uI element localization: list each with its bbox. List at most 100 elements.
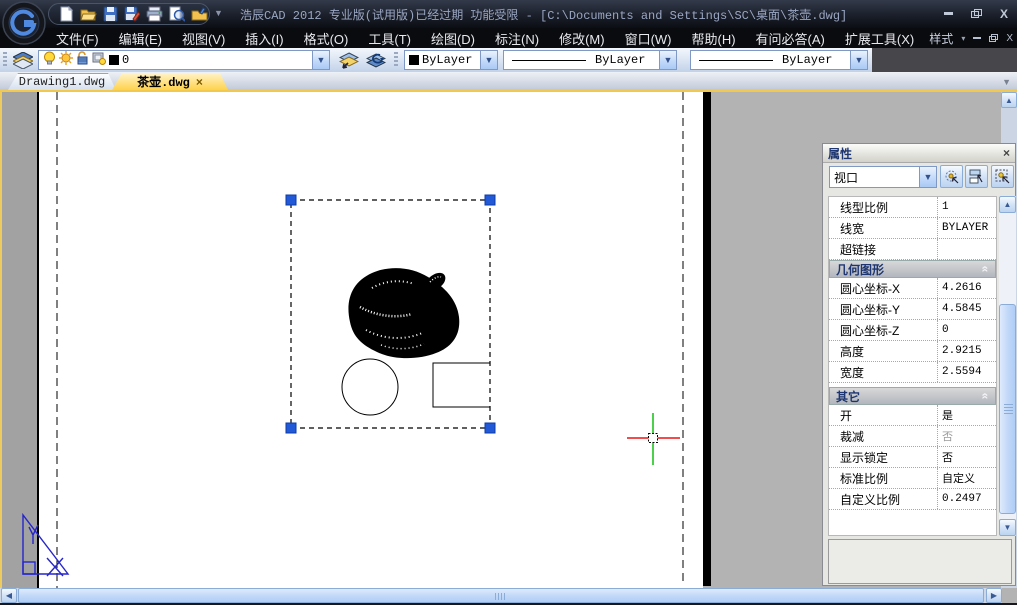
palette-scrollbar[interactable]: ▲ ▼ <box>999 196 1016 536</box>
lineweight-combo-chevron-icon[interactable]: ▼ <box>850 51 867 69</box>
menu-qa[interactable]: 有问必答(A) <box>756 29 825 48</box>
prop-value[interactable]: 1 <box>938 201 996 213</box>
doc-restore-button[interactable] <box>989 34 998 42</box>
prop-label: 圆心坐标-Y <box>829 299 938 319</box>
grip-top-left[interactable] <box>286 195 296 205</box>
save-icon[interactable] <box>103 6 118 22</box>
object-type-combo[interactable]: 视口 ▼ <box>829 166 937 188</box>
layer-on-bulb-icon[interactable] <box>43 51 56 69</box>
doc-minimize-button[interactable] <box>973 37 981 39</box>
toolbar-grip[interactable] <box>394 52 398 68</box>
circle-entity[interactable] <box>342 359 398 415</box>
print-preview-icon[interactable] <box>169 6 185 22</box>
print-icon[interactable] <box>146 6 163 22</box>
palette-scroll-thumb[interactable] <box>999 304 1016 514</box>
style-chevron-icon[interactable]: ▾ <box>961 34 965 43</box>
pickbox <box>649 434 658 443</box>
tab-teapot[interactable]: 茶壶.dwg × <box>112 73 228 90</box>
quick-access-overflow-icon[interactable]: ▼ <box>214 8 223 18</box>
grip-bottom-right[interactable] <box>485 423 495 433</box>
menu-insert[interactable]: 插入(I) <box>245 29 283 48</box>
scroll-up-icon[interactable]: ▲ <box>999 196 1016 213</box>
scroll-right-icon[interactable]: ▶ <box>986 588 1002 603</box>
prop-label: 裁减 <box>829 426 938 446</box>
grip-top-right[interactable] <box>485 195 495 205</box>
rectangle-entity[interactable] <box>433 363 490 407</box>
publish-icon[interactable] <box>191 6 208 22</box>
document-tab-bar: Drawing1.dwg 茶壶.dwg × ▼ <box>0 72 1017 92</box>
app-logo-icon[interactable] <box>2 1 46 45</box>
prop-value[interactable]: 4.5845 <box>938 303 996 315</box>
layer-name: 0 <box>122 53 129 67</box>
close-button[interactable]: X <box>995 6 1013 21</box>
scroll-left-icon[interactable]: ◀ <box>1 588 17 603</box>
menu-dimension[interactable]: 标注(N) <box>495 29 539 48</box>
canvas-horizontal-scrollbar[interactable]: ◀ ▶ <box>0 588 1017 603</box>
menu-express-tools[interactable]: 扩展工具(X) <box>845 29 914 48</box>
object-type-chevron-icon[interactable]: ▼ <box>919 167 936 187</box>
property-row: 开 是 <box>829 405 996 426</box>
prop-value[interactable]: 2.9215 <box>938 345 996 357</box>
other-section-header[interactable]: 其它 « <box>829 387 996 405</box>
menu-file[interactable]: 文件(F) <box>56 29 99 48</box>
prop-value[interactable]: 2.5594 <box>938 366 996 378</box>
save-as-icon[interactable] <box>124 6 140 22</box>
prop-value[interactable]: 0 <box>938 324 996 336</box>
menu-tools[interactable]: 工具(T) <box>368 29 411 48</box>
menu-view[interactable]: 视图(V) <box>182 29 225 48</box>
tab-close-icon[interactable]: × <box>196 75 203 89</box>
geometry-section-header[interactable]: 几何图形 « <box>829 260 996 278</box>
prop-value[interactable]: BYLAYER <box>938 222 996 234</box>
prop-value[interactable]: 是 <box>938 407 996 423</box>
collapse-chevron-icon[interactable]: « <box>979 393 993 400</box>
prop-value[interactable]: 0.2497 <box>938 493 996 505</box>
quick-select-button[interactable] <box>991 165 1014 188</box>
layer-thaw-sun-icon[interactable] <box>59 51 73 69</box>
new-file-icon[interactable] <box>59 6 74 22</box>
prop-value[interactable]: 4.2616 <box>938 282 996 294</box>
menu-window[interactable]: 窗口(W) <box>625 29 672 48</box>
minimize-button[interactable] <box>939 6 957 21</box>
menu-help[interactable]: 帮助(H) <box>692 29 736 48</box>
layer-plot-icon[interactable] <box>92 52 106 69</box>
window-controls: X <box>939 6 1013 21</box>
lineweight-combo[interactable]: ByLayer ▼ <box>690 50 868 70</box>
teapot-entity[interactable] <box>348 268 459 358</box>
tab-drawing1-label: Drawing1.dwg <box>19 75 105 89</box>
color-combo[interactable]: ByLayer ▼ <box>404 50 498 70</box>
section-title: 几何图形 <box>836 261 884 278</box>
layer-properties-button[interactable] <box>11 50 35 70</box>
restore-button[interactable] <box>967 6 985 21</box>
scroll-down-icon[interactable]: ▼ <box>999 519 1016 536</box>
make-object-layer-current-button[interactable] <box>336 50 362 70</box>
menu-modify[interactable]: 修改(M) <box>559 29 605 48</box>
menu-format[interactable]: 格式(O) <box>304 29 349 48</box>
property-row: 圆心坐标-Y 4.5845 <box>829 299 996 320</box>
layer-unlock-icon[interactable] <box>76 51 89 69</box>
style-toolbar-label[interactable]: 样式 <box>929 30 953 47</box>
prop-label: 高度 <box>829 341 938 361</box>
prop-value[interactable]: 自定义 <box>938 470 996 486</box>
menu-edit[interactable]: 编辑(E) <box>119 29 162 48</box>
color-combo-chevron-icon[interactable]: ▼ <box>480 51 497 69</box>
doc-close-button[interactable]: X <box>1006 33 1013 44</box>
tab-drawing1[interactable]: Drawing1.dwg <box>8 73 116 90</box>
prop-value[interactable]: 否 <box>938 449 996 465</box>
scroll-up-icon[interactable]: ▲ <box>1001 92 1017 108</box>
properties-close-icon[interactable]: × <box>1003 146 1010 160</box>
horizontal-scroll-thumb[interactable] <box>18 588 984 603</box>
layer-previous-button[interactable] <box>363 50 389 70</box>
properties-title-bar[interactable]: 属性 × <box>823 144 1015 163</box>
tab-overflow-icon[interactable]: ▼ <box>1002 77 1011 87</box>
linetype-combo[interactable]: ByLayer ▼ <box>503 50 677 70</box>
menu-draw[interactable]: 绘图(D) <box>431 29 475 48</box>
grip-bottom-left[interactable] <box>286 423 296 433</box>
toggle-pickadd-button[interactable] <box>940 165 963 188</box>
layer-combo[interactable]: 0 ▼ <box>38 50 330 70</box>
collapse-chevron-icon[interactable]: « <box>979 266 993 273</box>
layer-combo-chevron-icon[interactable]: ▼ <box>312 51 329 69</box>
toolbar-grip[interactable] <box>3 52 7 68</box>
select-objects-button[interactable] <box>965 165 988 188</box>
open-file-icon[interactable] <box>80 6 97 22</box>
linetype-combo-chevron-icon[interactable]: ▼ <box>659 51 676 69</box>
